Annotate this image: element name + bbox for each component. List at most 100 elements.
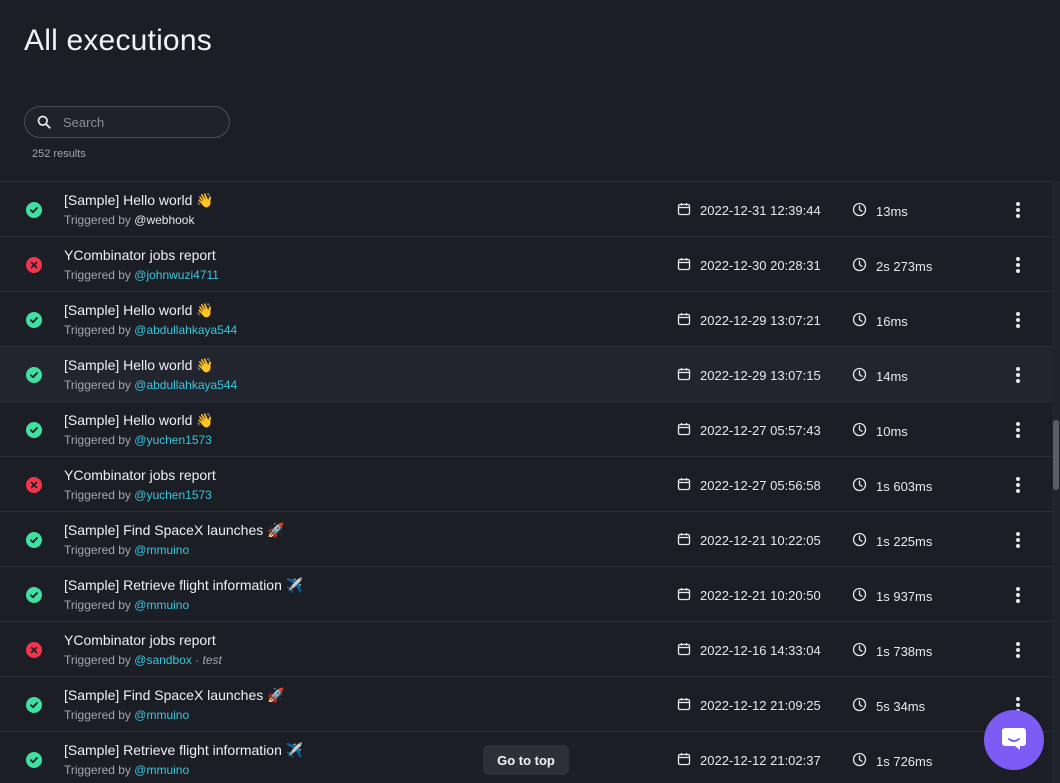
date-text: 2022-12-12 21:02:37 <box>700 753 821 768</box>
execution-row[interactable]: [Sample] Retrieve flight information ✈️ T… <box>0 567 1052 622</box>
execution-date: 2022-12-27 05:56:58 <box>677 477 821 494</box>
execution-duration: 14ms <box>852 367 908 385</box>
triggered-by-label: Triggered by <box>64 653 131 667</box>
trigger-user-link[interactable]: @sandbox <box>134 653 192 667</box>
execution-row[interactable]: [Sample] Hello world 👋 Triggered by @yuch… <box>0 402 1052 457</box>
date-text: 2022-12-29 13:07:21 <box>700 313 821 328</box>
execution-name[interactable]: [Sample] Hello world 👋 <box>64 357 214 374</box>
trigger-user-link[interactable]: @mmuino <box>134 708 189 722</box>
execution-row[interactable]: [Sample] Hello world 👋 Triggered by @abdu… <box>0 292 1052 347</box>
more-options-icon[interactable] <box>1010 419 1026 441</box>
triggered-by-label: Triggered by <box>64 488 131 502</box>
more-options-icon[interactable] <box>1010 199 1026 221</box>
search-box[interactable] <box>24 106 230 138</box>
execution-duration: 10ms <box>852 422 908 440</box>
trigger-user-link[interactable]: @abdullahkaya544 <box>134 323 237 337</box>
calendar-icon <box>677 312 700 329</box>
execution-name[interactable]: YCombinator jobs report <box>64 467 216 483</box>
date-text: 2022-12-27 05:57:43 <box>700 423 821 438</box>
success-status-icon <box>26 422 42 438</box>
triggered-by-label: Triggered by <box>64 433 131 447</box>
chat-icon <box>999 723 1029 758</box>
execution-name[interactable]: [Sample] Retrieve flight information ✈️ <box>64 577 303 594</box>
execution-name[interactable]: [Sample] Hello world 👋 <box>64 192 214 209</box>
execution-name[interactable]: [Sample] Hello world 👋 <box>64 412 214 429</box>
duration-text: 16ms <box>876 313 908 329</box>
execution-row[interactable]: YCombinator jobs report Triggered by @san… <box>0 622 1052 677</box>
trigger-user-link[interactable]: @yuchen1573 <box>134 488 212 502</box>
trigger-user-link[interactable]: @abdullahkaya544 <box>134 378 237 392</box>
duration-text: 14ms <box>876 368 908 384</box>
execution-row[interactable]: [Sample] Hello world 👋 Triggered by @webh… <box>0 182 1052 237</box>
more-options-icon[interactable] <box>1010 639 1026 661</box>
triggered-by-label: Triggered by <box>64 763 131 777</box>
date-text: 2022-12-30 20:28:31 <box>700 258 821 273</box>
triggered-by-label: Triggered by <box>64 598 131 612</box>
execution-date: 2022-12-29 13:07:21 <box>677 312 821 329</box>
chat-button[interactable] <box>984 710 1044 770</box>
execution-name[interactable]: [Sample] Retrieve flight information ✈️ <box>64 742 303 759</box>
trigger-user-link[interactable]: @mmuino <box>134 543 189 557</box>
execution-duration: 1s 738ms <box>852 642 932 660</box>
execution-date: 2022-12-21 10:20:50 <box>677 587 821 604</box>
triggered-by: Triggered by @mmuino <box>64 763 189 777</box>
duration-text: 1s 603ms <box>876 478 933 494</box>
trigger-user-link[interactable]: @mmuino <box>134 598 189 612</box>
execution-date: 2022-12-12 21:09:25 <box>677 697 821 714</box>
calendar-icon <box>677 752 700 769</box>
date-text: 2022-12-21 10:22:05 <box>700 533 821 548</box>
clock-icon <box>852 422 876 440</box>
trigger-user-link[interactable]: @johnwuzi4711 <box>134 268 219 282</box>
triggered-by-label: Triggered by <box>64 323 131 337</box>
scrollbar-thumb[interactable] <box>1053 420 1059 490</box>
duration-text: 2s 273ms <box>876 258 933 274</box>
clock-icon <box>852 477 876 495</box>
duration-text: 1s 937ms <box>876 588 933 604</box>
more-options-icon[interactable] <box>1010 254 1026 276</box>
search-input[interactable] <box>63 114 213 130</box>
execution-name[interactable]: [Sample] Hello world 👋 <box>64 302 214 319</box>
search-icon <box>25 115 63 129</box>
execution-row[interactable]: [Sample] Find SpaceX launches 🚀 Triggered… <box>0 677 1052 732</box>
duration-text: 1s 738ms <box>876 643 933 659</box>
execution-name[interactable]: YCombinator jobs report <box>64 632 216 648</box>
trigger-user-link[interactable]: @mmuino <box>134 763 189 777</box>
success-status-icon <box>26 312 42 328</box>
execution-row[interactable]: YCombinator jobs report Triggered by @joh… <box>0 237 1052 292</box>
execution-row[interactable]: YCombinator jobs report Triggered by @yuc… <box>0 457 1052 512</box>
triggered-by: Triggered by @yuchen1573 <box>64 433 212 447</box>
execution-duration: 1s 726ms <box>852 752 932 770</box>
more-options-icon[interactable] <box>1010 584 1026 606</box>
execution-date: 2022-12-27 05:57:43 <box>677 422 821 439</box>
execution-duration: 1s 603ms <box>852 477 932 495</box>
duration-text: 5s 34ms <box>876 698 926 714</box>
error-status-icon <box>26 642 42 658</box>
calendar-icon <box>677 642 700 659</box>
duration-text: 10ms <box>876 423 908 439</box>
success-status-icon <box>26 697 42 713</box>
execution-name[interactable]: [Sample] Find SpaceX launches 🚀 <box>64 522 285 539</box>
more-options-icon[interactable] <box>1010 474 1026 496</box>
triggered-by-label: Triggered by <box>64 378 131 392</box>
execution-name[interactable]: [Sample] Find SpaceX launches 🚀 <box>64 687 285 704</box>
execution-name[interactable]: YCombinator jobs report <box>64 247 216 263</box>
duration-text: 1s 225ms <box>876 533 933 549</box>
success-status-icon <box>26 587 42 603</box>
trigger-user-link[interactable]: @yuchen1573 <box>134 433 212 447</box>
trigger-user-link[interactable]: @webhook <box>134 213 194 227</box>
execution-date: 2022-12-31 12:39:44 <box>677 202 821 219</box>
execution-row[interactable]: [Sample] Find SpaceX launches 🚀 Triggered… <box>0 512 1052 567</box>
more-options-icon[interactable] <box>1010 529 1026 551</box>
more-options-icon[interactable] <box>1010 309 1026 331</box>
execution-row[interactable]: [Sample] Hello world 👋 Triggered by @abdu… <box>0 347 1052 402</box>
calendar-icon <box>677 697 700 714</box>
execution-date: 2022-12-16 14:33:04 <box>677 642 821 659</box>
triggered-by: Triggered by @abdullahkaya544 <box>64 323 237 337</box>
more-options-icon[interactable] <box>1010 364 1026 386</box>
execution-duration: 5s 34ms <box>852 697 925 715</box>
clock-icon <box>852 257 876 275</box>
calendar-icon <box>677 587 700 604</box>
calendar-icon <box>677 257 700 274</box>
date-text: 2022-12-12 21:09:25 <box>700 698 821 713</box>
go-to-top-button[interactable]: Go to top <box>483 745 569 775</box>
